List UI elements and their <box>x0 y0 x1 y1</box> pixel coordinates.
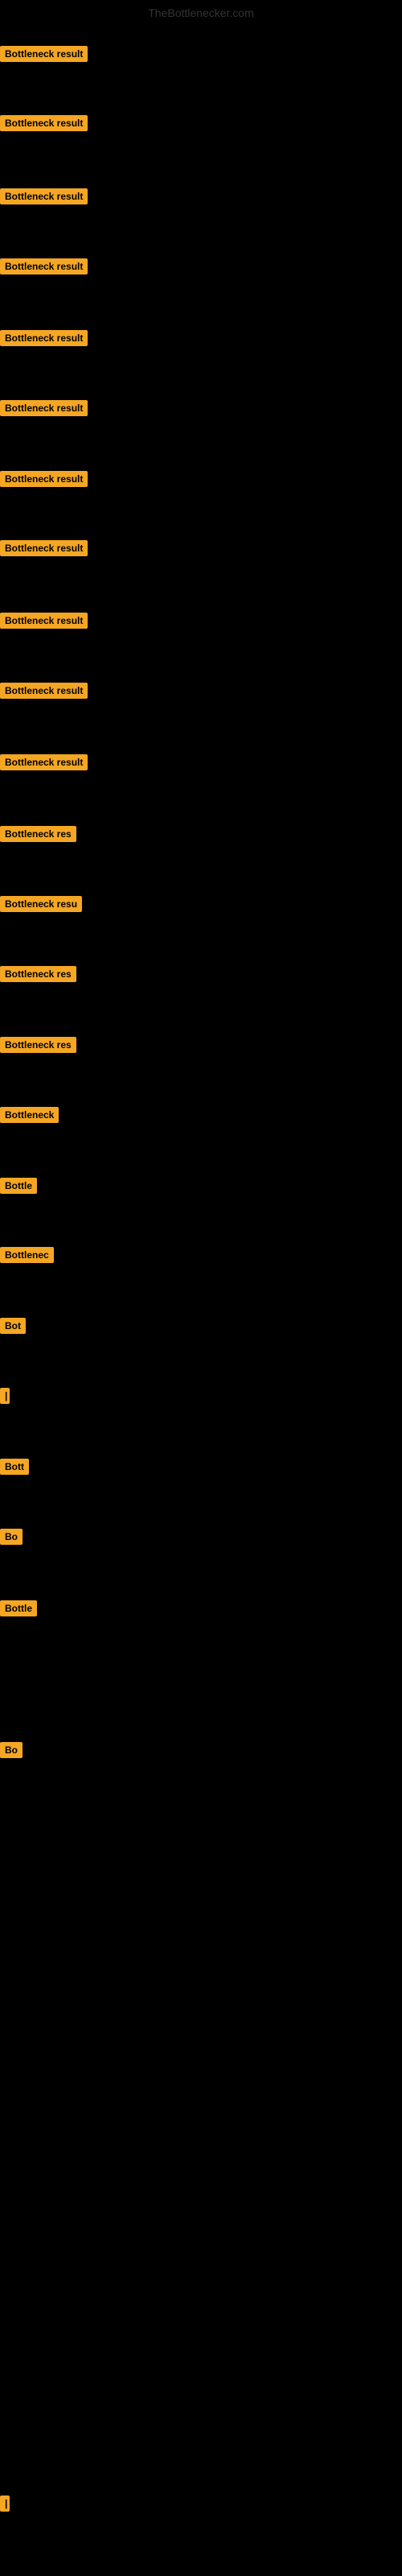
bottleneck-result-row: Bottleneck result <box>0 330 88 350</box>
bottleneck-result-row: Bottleneck res <box>0 826 76 846</box>
site-title: TheBottlenecker.com <box>0 0 402 26</box>
bottleneck-result-row: Bottle <box>0 1600 37 1620</box>
bottleneck-badge[interactable]: Bott <box>0 1459 29 1475</box>
bottleneck-badge[interactable]: | <box>0 1388 10 1404</box>
bottleneck-result-row: Bottle <box>0 1178 37 1198</box>
bottleneck-result-row: | <box>0 1388 10 1408</box>
bottleneck-result-row: | <box>0 2496 10 2516</box>
bottleneck-badge[interactable]: | <box>0 2496 10 2512</box>
bottleneck-result-row: Bottleneck result <box>0 400 88 420</box>
bottleneck-badge[interactable]: Bottleneck result <box>0 613 88 629</box>
bottleneck-badge[interactable]: Bottleneck result <box>0 540 88 556</box>
bottleneck-result-row: Bottleneck result <box>0 46 88 66</box>
bottleneck-result-row: Bottleneck result <box>0 613 88 633</box>
bottleneck-badge[interactable]: Bottleneck result <box>0 330 88 346</box>
bottleneck-badge[interactable]: Bottle <box>0 1178 37 1194</box>
bottleneck-result-row: Bottlenec <box>0 1247 54 1267</box>
bottleneck-result-row: Bo <box>0 1742 23 1762</box>
bottleneck-badge[interactable]: Bo <box>0 1742 23 1758</box>
bottleneck-result-row: Bo <box>0 1529 23 1549</box>
bottleneck-result-row: Bottleneck result <box>0 115 88 135</box>
bottleneck-badge[interactable]: Bot <box>0 1318 26 1334</box>
bottleneck-result-row: Bottleneck result <box>0 188 88 208</box>
bottleneck-result-row: Bottleneck result <box>0 683 88 703</box>
bottleneck-badge[interactable]: Bottleneck res <box>0 826 76 842</box>
bottleneck-badge[interactable]: Bottleneck res <box>0 1037 76 1053</box>
bottleneck-badge[interactable]: Bottleneck result <box>0 754 88 770</box>
bottleneck-badge[interactable]: Bottleneck result <box>0 46 88 62</box>
bottleneck-badge[interactable]: Bottleneck res <box>0 966 76 982</box>
bottleneck-badge[interactable]: Bottlenec <box>0 1247 54 1263</box>
bottleneck-result-row: Bot <box>0 1318 26 1338</box>
bottleneck-badge[interactable]: Bottle <box>0 1600 37 1616</box>
bottleneck-result-row: Bottleneck res <box>0 1037 76 1057</box>
bottleneck-result-row: Bottleneck resu <box>0 896 82 916</box>
bottleneck-badge[interactable]: Bottleneck result <box>0 188 88 204</box>
bottleneck-result-row: Bott <box>0 1459 29 1479</box>
bottleneck-result-row: Bottleneck result <box>0 258 88 279</box>
bottleneck-result-row: Bottleneck <box>0 1107 59 1127</box>
bottleneck-badge[interactable]: Bottleneck result <box>0 471 88 487</box>
bottleneck-badge[interactable]: Bottleneck resu <box>0 896 82 912</box>
bottleneck-result-row: Bottleneck res <box>0 966 76 986</box>
bottleneck-badge[interactable]: Bottleneck result <box>0 400 88 416</box>
bottleneck-badge[interactable]: Bottleneck result <box>0 258 88 275</box>
bottleneck-badge[interactable]: Bottleneck result <box>0 115 88 131</box>
bottleneck-result-row: Bottleneck result <box>0 471 88 491</box>
bottleneck-result-row: Bottleneck result <box>0 540 88 560</box>
bottleneck-badge[interactable]: Bottleneck result <box>0 683 88 699</box>
bottleneck-badge[interactable]: Bo <box>0 1529 23 1545</box>
bottleneck-result-row: Bottleneck result <box>0 754 88 774</box>
bottleneck-badge[interactable]: Bottleneck <box>0 1107 59 1123</box>
